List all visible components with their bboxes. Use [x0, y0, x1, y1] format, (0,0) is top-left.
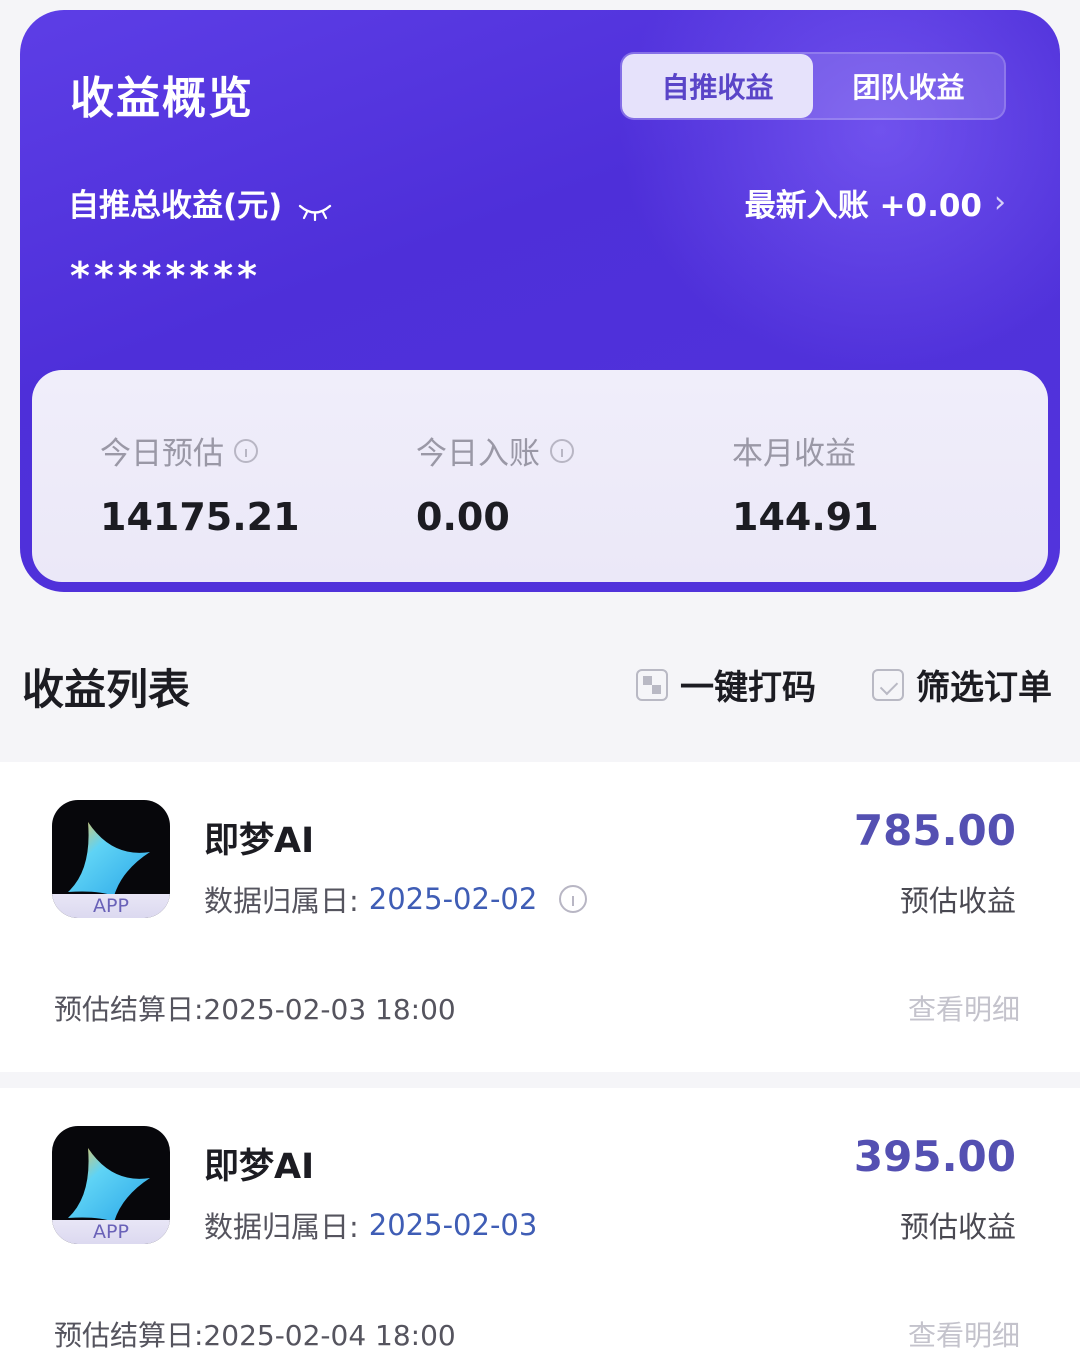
latest-income-text: 最新入账 +0.00: [744, 188, 982, 224]
stat-label: 今日预估: [100, 428, 416, 473]
view-details-link[interactable]: 查看明细: [908, 1314, 1020, 1351]
latest-income-link[interactable]: 最新入账 +0.00 ›: [745, 180, 1006, 225]
stat-today-received: 今日入账 0.00: [416, 428, 732, 582]
tab-team-earnings[interactable]: 团队收益: [813, 54, 1004, 118]
attribution-date: 数据归属日: 2025-02-02: [204, 878, 588, 920]
date-prefix: 数据归属日:: [204, 1210, 359, 1244]
earnings-stats-panel: 今日预估 14175.21 今日入账 0.00 本月收益 144.91: [32, 370, 1048, 582]
settlement-date: 预估结算日:2025-02-04 18:00: [54, 1319, 456, 1351]
total-earnings-label-text: 自推总收益(元): [68, 188, 283, 224]
app-logo: APP: [52, 1126, 170, 1244]
mosaic-icon: [636, 668, 668, 701]
stat-label: 今日入账: [416, 428, 732, 473]
masked-total-value: ********: [70, 254, 261, 298]
filter-orders-label: 筛选订单: [916, 668, 1052, 708]
stat-label: 本月收益: [732, 428, 1048, 473]
filter-icon: [872, 668, 904, 701]
filter-orders-button[interactable]: 筛选订单: [872, 660, 1052, 709]
total-earnings-label: 自推总收益(元): [68, 180, 332, 225]
stat-value: 0.00: [416, 495, 510, 539]
estimated-amount: 395.00: [853, 1132, 1016, 1181]
list-item: APP 即梦AI 数据归属日: 2025-02-02 785.00 预估收益 预…: [0, 762, 1080, 1072]
attribution-date: 数据归属日: 2025-02-03: [204, 1204, 537, 1246]
info-icon[interactable]: [550, 438, 574, 463]
stat-today-estimate: 今日预估 14175.21: [100, 428, 416, 582]
app-badge: APP: [52, 1220, 170, 1244]
earnings-overview-card: 收益概览 自推收益 团队收益 自推总收益(元) 最新入账 +0.00 › ***…: [20, 10, 1060, 592]
estimated-amount-label: 预估收益: [899, 884, 1016, 918]
date-value: 2025-02-02: [368, 882, 538, 916]
tab-self-earnings[interactable]: 自推收益: [622, 54, 813, 118]
app-badge: APP: [52, 894, 170, 918]
estimated-amount: 785.00: [853, 806, 1016, 855]
settlement-date: 预估结算日:2025-02-03 18:00: [54, 993, 456, 1026]
overview-title: 收益概览: [70, 73, 254, 124]
stat-value: 14175.21: [100, 495, 300, 539]
stat-month-earnings: 本月收益 144.91: [732, 428, 1048, 582]
app-name: 即梦AI: [204, 1147, 315, 1187]
stat-label-text: 今日预估: [100, 436, 224, 472]
eye-closed-icon[interactable]: [298, 193, 332, 221]
date-prefix: 数据归属日:: [204, 884, 359, 918]
estimated-amount-label: 预估收益: [899, 1210, 1016, 1244]
stat-label-text: 本月收益: [732, 436, 856, 472]
stat-label-text: 今日入账: [416, 436, 540, 472]
view-details-link[interactable]: 查看明细: [908, 988, 1020, 1028]
date-value: 2025-02-03: [368, 1208, 538, 1242]
earnings-page: 收益概览 自推收益 团队收益 自推总收益(元) 最新入账 +0.00 › ***…: [0, 0, 1080, 1351]
list-item: APP 即梦AI 数据归属日: 2025-02-03 395.00 预估收益 预…: [0, 1088, 1080, 1351]
earnings-list-title: 收益列表: [22, 665, 191, 714]
app-name: 即梦AI: [204, 821, 315, 861]
mask-all-button[interactable]: 一键打码: [636, 660, 816, 709]
chevron-right-icon: ›: [994, 185, 1006, 220]
stat-value: 144.91: [732, 495, 879, 539]
mask-all-label: 一键打码: [680, 668, 816, 708]
info-icon[interactable]: [234, 438, 258, 463]
info-icon[interactable]: [559, 885, 588, 913]
earnings-type-switch: 自推收益 团队收益: [620, 52, 1006, 120]
app-logo: APP: [52, 800, 170, 918]
